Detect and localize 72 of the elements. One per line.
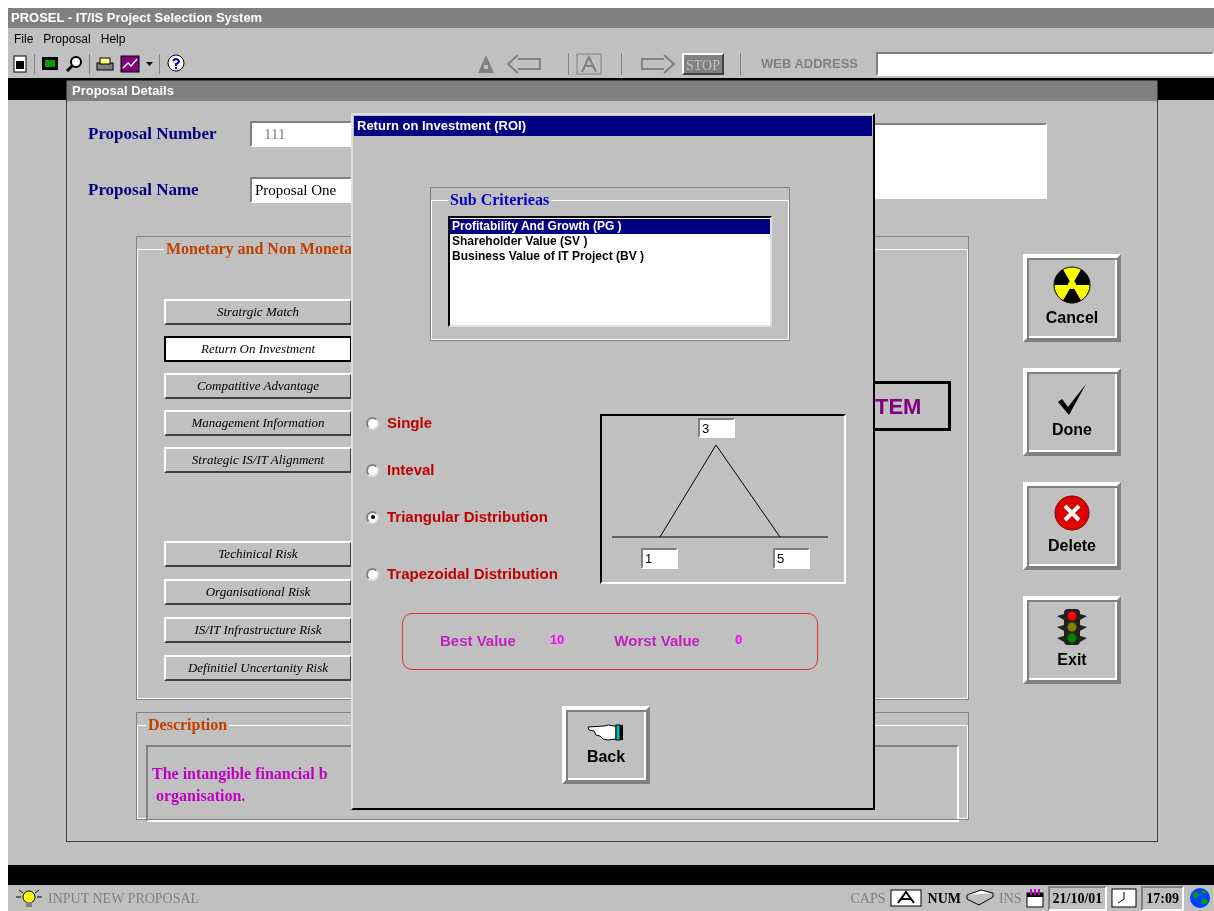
criteria-button[interactable]: Techinical Risk — [164, 541, 352, 567]
action-button[interactable]: Exit — [1023, 596, 1121, 684]
description-text: The intangible financial b — [152, 764, 328, 785]
key-indicator: NUM — [927, 889, 961, 908]
traffic-light-icon — [1056, 608, 1088, 646]
radiation-icon — [1053, 266, 1091, 304]
calendar-icon — [1025, 888, 1044, 908]
criteria-button[interactable]: Strategic IS/IT Alignment — [164, 447, 352, 473]
window-title: Proposal Details — [67, 81, 1157, 101]
right-arrow-icon[interactable] — [640, 53, 676, 75]
back-button[interactable]: Back — [562, 706, 650, 784]
menu-item[interactable]: Proposal — [43, 30, 91, 48]
field-label: Proposal Number — [88, 123, 218, 146]
left-arrow-icon[interactable] — [506, 53, 542, 75]
criteria-button[interactable]: IS/IT Infrastructure Risk — [164, 617, 352, 643]
criteria-button[interactable]: Definitiel Uncertanity Risk — [164, 655, 352, 681]
pointing-hand-icon — [586, 721, 626, 743]
radio-label: Trapezoidal Distribution — [387, 564, 558, 584]
dialog-title: Return on Investment (ROI) — [354, 116, 872, 136]
best-value-label: Best Value — [440, 631, 516, 652]
globe-icon — [1188, 887, 1212, 909]
list-item[interactable]: Business Value of IT Project (BV ) — [450, 249, 770, 264]
window-title: PROSEL - IT/IS Project Selection System — [8, 8, 1214, 28]
worst-value-label: Worst Value — [614, 631, 700, 652]
status-time: 17:09 — [1141, 885, 1184, 911]
book-icon — [965, 889, 995, 907]
menu-item[interactable]: File — [14, 30, 34, 48]
menu-item[interactable]: Help — [100, 30, 126, 48]
status-message: INPUT NEW PROPOSAL — [48, 889, 200, 908]
action-button[interactable]: Delete — [1023, 482, 1121, 570]
radio-button[interactable] — [366, 416, 379, 430]
worst-value: 0 — [734, 630, 743, 649]
radio-button[interactable] — [366, 567, 379, 581]
action-button[interactable]: Cancel — [1023, 254, 1121, 342]
criteria-button[interactable]: Stratrgic Match — [164, 299, 352, 325]
printer-icon[interactable] — [96, 56, 114, 72]
radio-button[interactable] — [366, 463, 379, 477]
radio-label: Single — [387, 413, 432, 433]
clock-icon — [1111, 888, 1138, 908]
close-icon — [1053, 494, 1091, 532]
field-label: Proposal Name — [88, 179, 200, 202]
list-item[interactable]: Profitability And Growth (PG ) — [450, 219, 770, 234]
group-title: Sub Criterieas — [449, 190, 551, 210]
high-field[interactable]: 5 — [773, 548, 810, 569]
criteria-button[interactable]: Organisational Risk — [164, 579, 352, 605]
web-address-field[interactable] — [876, 52, 1214, 76]
monitor-icon[interactable] — [41, 56, 59, 72]
key-indicator: INS — [999, 889, 1022, 908]
criteria-button[interactable]: Return On Investment — [164, 336, 352, 362]
status-date: 21/10/01 — [1047, 885, 1108, 911]
document-icon[interactable] — [12, 55, 28, 73]
lightbulb-icon — [14, 888, 44, 908]
peak-field[interactable]: 3 — [698, 418, 735, 438]
radio-button[interactable] — [366, 510, 379, 524]
magnifier-icon[interactable] — [65, 55, 83, 73]
radio-label: Triangular Distribution — [387, 507, 548, 527]
list-item[interactable]: Shareholder Value (SV ) — [450, 234, 770, 249]
criteria-button[interactable]: Compatitive Advantage — [164, 373, 352, 399]
radio-label: Inteval — [387, 460, 435, 480]
key-indicator: CAPS — [850, 889, 886, 908]
criteria-button[interactable]: Management Information — [164, 410, 352, 436]
caret-icon[interactable] — [146, 62, 153, 66]
web-address-label: WEB ADDRESS — [761, 55, 858, 74]
group-title: Description — [147, 715, 229, 736]
help-icon[interactable] — [166, 54, 186, 74]
action-button[interactable]: Done — [1023, 368, 1121, 456]
low-field[interactable]: 1 — [641, 548, 678, 569]
best-value: 10 — [549, 630, 565, 649]
text-field[interactable]: Proposal One — [250, 177, 352, 203]
group-title: Monetary and Non Moneta — [165, 239, 354, 260]
chart-icon[interactable] — [120, 55, 140, 73]
description-text: organisation. — [155, 786, 246, 807]
